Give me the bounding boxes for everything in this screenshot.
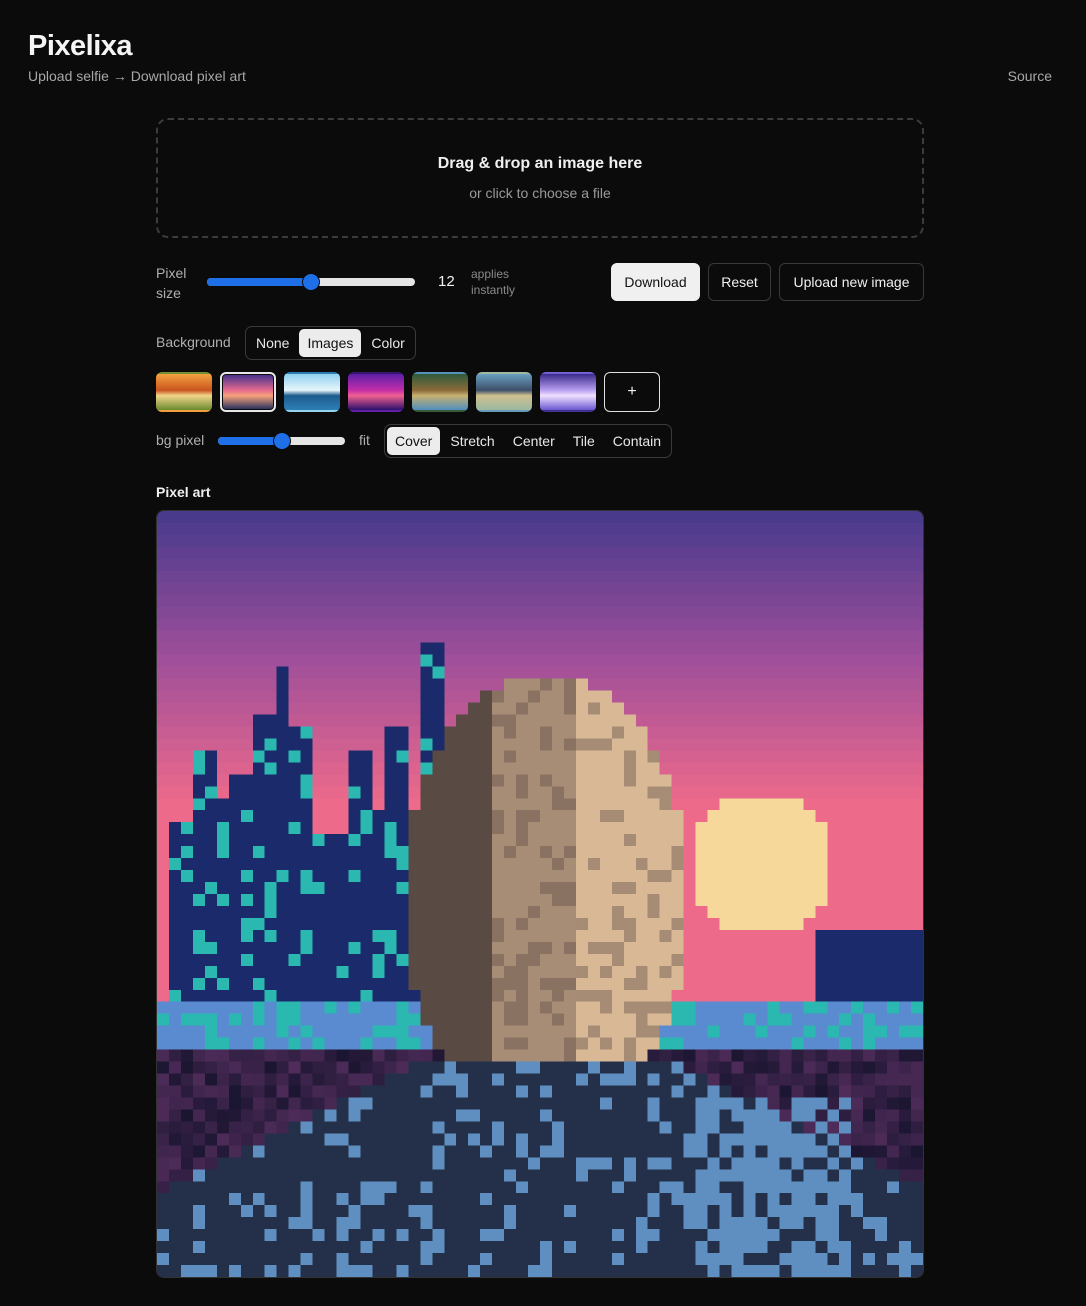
bg-pixel-slider[interactable] bbox=[218, 433, 345, 449]
thumbnail-city-sunset[interactable] bbox=[220, 372, 276, 412]
add-thumbnail-button[interactable]: + bbox=[604, 372, 660, 412]
thumbnail-city-street[interactable] bbox=[476, 372, 532, 412]
pixel-size-label: Pixel size bbox=[156, 265, 187, 301]
source-link[interactable]: Source bbox=[1008, 68, 1052, 84]
pixel-size-hint: applies instantly bbox=[471, 267, 516, 297]
thumbnail-lavender-night[interactable] bbox=[540, 372, 596, 412]
dropzone-title: Drag & drop an image here bbox=[437, 155, 643, 172]
background-mode-toggle: None Images Color bbox=[245, 326, 416, 360]
pixel-size-slider[interactable] bbox=[207, 274, 415, 290]
bg-pixel-label: bg pixel bbox=[156, 432, 205, 448]
bg-option-none[interactable]: None bbox=[248, 329, 297, 357]
slider-fill bbox=[207, 278, 311, 286]
pixel-art-image bbox=[157, 511, 923, 1277]
slider-fill bbox=[218, 437, 282, 445]
fit-option-contain[interactable]: Contain bbox=[605, 427, 669, 455]
thumbnail-purple-night[interactable] bbox=[348, 372, 404, 412]
thumbnail-autumn-park[interactable] bbox=[156, 372, 212, 412]
bg-option-images[interactable]: Images bbox=[299, 329, 362, 357]
thumbnail-ocean-clouds[interactable] bbox=[284, 372, 340, 412]
fit-option-tile[interactable]: Tile bbox=[565, 427, 603, 455]
download-button[interactable]: Download bbox=[611, 263, 700, 301]
fit-option-center[interactable]: Center bbox=[505, 427, 563, 455]
dropzone-subtitle: or click to choose a file bbox=[469, 185, 611, 201]
pixel-size-row: Pixel size 12 applies instantly Download… bbox=[156, 263, 924, 301]
fit-option-stretch[interactable]: Stretch bbox=[442, 427, 502, 455]
pixel-size-value: 12 bbox=[438, 273, 455, 290]
fit-option-cover[interactable]: Cover bbox=[387, 427, 441, 455]
fit-mode-toggle: Cover Stretch Center Tile Contain bbox=[384, 424, 673, 458]
background-label: Background bbox=[156, 334, 231, 350]
pixel-art-output bbox=[156, 510, 924, 1278]
slider-knob[interactable] bbox=[303, 274, 319, 290]
background-thumbnails: + bbox=[156, 372, 660, 412]
slider-knob[interactable] bbox=[273, 433, 290, 449]
thumbnail-forest-town[interactable] bbox=[412, 372, 468, 412]
pixel-art-label: Pixel art bbox=[156, 484, 211, 500]
upload-dropzone[interactable]: Drag & drop an image here or click to ch… bbox=[156, 118, 924, 238]
upload-new-button[interactable]: Upload new image bbox=[779, 263, 924, 301]
reset-button[interactable]: Reset bbox=[708, 263, 771, 301]
app-subtitle: Upload selfie → Download pixel art bbox=[28, 68, 246, 84]
app-title: Pixelixa bbox=[28, 30, 133, 62]
fit-label: fit bbox=[359, 432, 370, 448]
bg-option-color[interactable]: Color bbox=[363, 329, 412, 357]
